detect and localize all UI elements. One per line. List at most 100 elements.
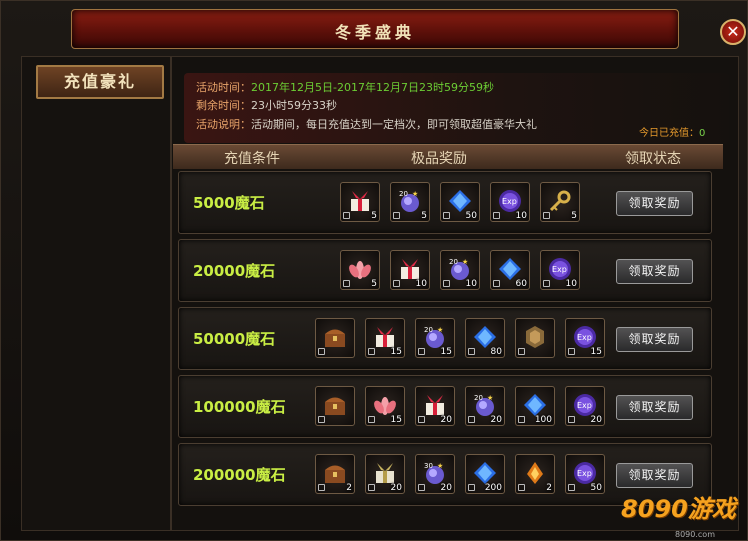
claim-reward-button[interactable]: 领取奖励 (616, 395, 693, 420)
lock-icon (368, 348, 375, 355)
reward-item[interactable]: 5 (540, 182, 580, 222)
lock-icon (493, 280, 500, 287)
event-desc-row: 活动说明：活动期间，每日充值达到一定档次，即可领取超值豪华大礼 (196, 116, 537, 132)
table-header: 充值条件 极品奖励 领取状态 (173, 144, 723, 169)
reward-item[interactable]: 20 ★ 10 (440, 250, 480, 290)
col-reward: 极品奖励 (411, 151, 467, 167)
reward-count: 200 (484, 483, 502, 493)
tier-row: 50000魔石 15 20 ★ 15 80 Exp 15 领取奖励 (178, 307, 712, 370)
lock-icon (318, 484, 325, 491)
tier-condition: 50000魔石 (193, 330, 276, 348)
event-desc-label: 活动说明： (196, 118, 251, 131)
tab-recharge-gifts[interactable]: 充值豪礼 (36, 65, 164, 99)
reward-count: 20 (440, 415, 452, 425)
reward-count: 10 (415, 279, 427, 289)
svg-text:30: 30 (424, 462, 433, 470)
reward-item[interactable] (315, 386, 355, 426)
lock-icon (443, 280, 450, 287)
lock-icon (518, 484, 525, 491)
reward-count: 5 (371, 279, 377, 289)
lock-icon (393, 280, 400, 287)
reward-count: 5 (571, 211, 577, 221)
reward-item[interactable]: 20 (415, 386, 455, 426)
reward-count: 10 (515, 211, 527, 221)
lock-icon (418, 348, 425, 355)
reward-item[interactable]: Exp 50 (565, 454, 605, 494)
event-time-row: 活动时间：2017年12月5日-2017年12月7日23时59分59秒 (196, 79, 494, 95)
reward-count: 80 (490, 347, 502, 357)
reward-item[interactable] (315, 318, 355, 358)
reward-item[interactable]: 200 (465, 454, 505, 494)
svg-text:Exp: Exp (552, 265, 567, 274)
watermark-logo: 8090游戏 (621, 495, 736, 523)
col-status: 领取状态 (625, 151, 681, 167)
reward-count: 15 (390, 347, 402, 357)
tier-condition: 200000魔石 (193, 466, 286, 484)
tier-condition: 100000魔石 (193, 398, 286, 416)
today-recharge-value: 0 (699, 128, 706, 139)
reward-count: 20 (390, 483, 402, 493)
reward-item[interactable]: 30 ★ 20 (415, 454, 455, 494)
reward-item[interactable]: 100 (515, 386, 555, 426)
reward-item[interactable]: 50 (440, 182, 480, 222)
reward-count: 15 (590, 347, 602, 357)
event-window: 冬季盛典 ✕ 充值豪礼 活动时间：2017年12月5日-2017年12月7日23… (0, 0, 748, 541)
svg-text:★: ★ (412, 190, 418, 198)
lock-icon (318, 416, 325, 423)
lock-icon (343, 212, 350, 219)
svg-text:Exp: Exp (577, 401, 592, 410)
event-time-value: 2017年12月5日-2017年12月7日23时59分59秒 (251, 81, 494, 94)
claim-reward-button[interactable]: 领取奖励 (616, 191, 693, 216)
reward-item[interactable]: Exp 10 (540, 250, 580, 290)
reward-item[interactable]: 60 (490, 250, 530, 290)
reward-item[interactable]: Exp 15 (565, 318, 605, 358)
reward-item[interactable]: 5 (340, 182, 380, 222)
reward-count: 100 (534, 415, 552, 425)
svg-text:20: 20 (424, 326, 433, 334)
reward-item[interactable]: 20 ★ 20 (465, 386, 505, 426)
remaining-time-label: 剩余时间： (196, 99, 251, 112)
lock-icon (568, 348, 575, 355)
reward-item[interactable]: 5 (340, 250, 380, 290)
remaining-time-value: 23小时59分33秒 (251, 99, 337, 112)
reward-item[interactable]: 2 (315, 454, 355, 494)
reward-count: 50 (465, 211, 477, 221)
lock-icon (368, 484, 375, 491)
claim-reward-button[interactable]: 领取奖励 (616, 259, 693, 284)
reward-count: 5 (421, 211, 427, 221)
lock-icon (468, 484, 475, 491)
lock-icon (568, 484, 575, 491)
lock-icon (468, 416, 475, 423)
reward-item[interactable]: Exp 20 (565, 386, 605, 426)
reward-item[interactable]: 2 (515, 454, 555, 494)
claim-reward-button[interactable]: 领取奖励 (616, 463, 693, 488)
reward-item[interactable] (515, 318, 555, 358)
reward-item[interactable]: 20 ★ 5 (390, 182, 430, 222)
lock-icon (318, 348, 325, 355)
tier-row: 5000魔石 5 20 ★ 5 50 Exp 10 5 领取奖励 (178, 171, 712, 234)
tier-condition: 5000魔石 (193, 194, 265, 212)
reward-item[interactable]: 15 (365, 318, 405, 358)
lock-icon (518, 416, 525, 423)
reward-count: 20 (590, 415, 602, 425)
sidebar (21, 56, 171, 531)
title-bar: 冬季盛典 (71, 9, 679, 49)
reward-item[interactable]: 80 (465, 318, 505, 358)
reward-count: 20 (490, 415, 502, 425)
reward-count: 2 (346, 483, 352, 493)
reward-count: 15 (440, 347, 452, 357)
close-icon[interactable]: ✕ (720, 19, 746, 45)
lock-icon (493, 212, 500, 219)
svg-text:20: 20 (399, 190, 408, 198)
reward-item[interactable]: 20 (365, 454, 405, 494)
svg-text:Exp: Exp (502, 197, 517, 206)
lock-icon (418, 484, 425, 491)
reward-item[interactable]: 15 (365, 386, 405, 426)
svg-text:Exp: Exp (577, 333, 592, 342)
lock-icon (543, 212, 550, 219)
reward-count: 5 (371, 211, 377, 221)
reward-item[interactable]: Exp 10 (490, 182, 530, 222)
reward-item[interactable]: 20 ★ 15 (415, 318, 455, 358)
claim-reward-button[interactable]: 领取奖励 (616, 327, 693, 352)
reward-item[interactable]: 10 (390, 250, 430, 290)
